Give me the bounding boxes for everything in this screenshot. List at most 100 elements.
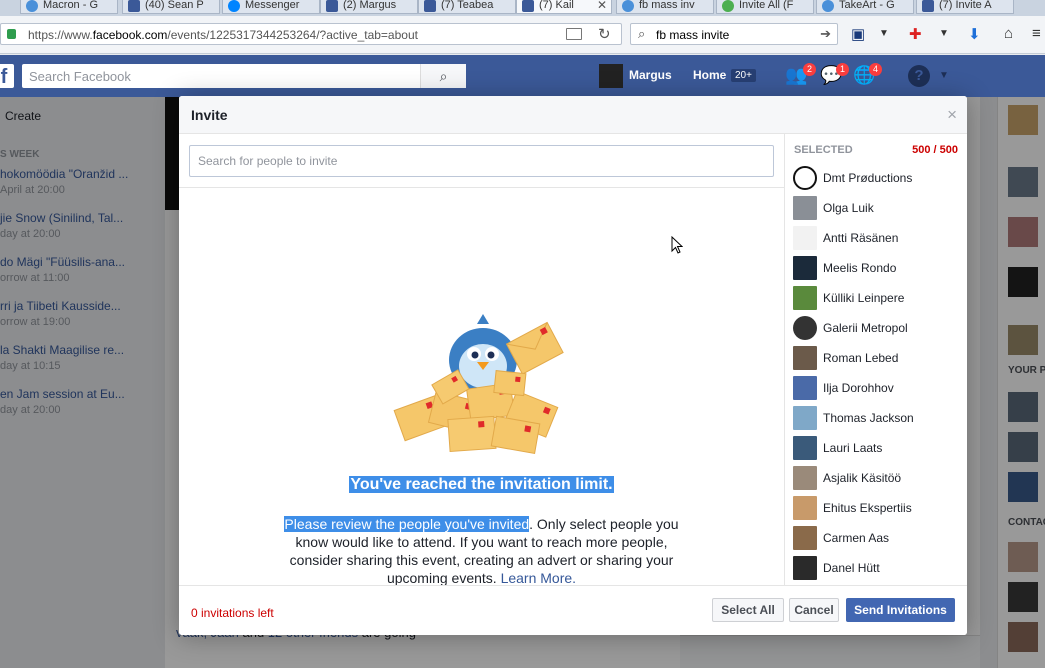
menu-icon[interactable]: ≡ xyxy=(1032,25,1041,42)
learn-more-link[interactable]: Learn More. xyxy=(501,570,576,586)
mouse-cursor-icon xyxy=(671,236,683,254)
list-item[interactable]: Thomas Jackson xyxy=(785,403,967,433)
list-item[interactable]: Danel Hütt xyxy=(785,553,967,583)
avatar xyxy=(793,316,817,340)
browser-tab[interactable]: (7) Invite A xyxy=(916,0,1014,14)
facebook-topbar: f Search Facebook ⌕ Margus Home 20+ 👥 2 … xyxy=(0,55,1045,97)
avatar xyxy=(793,286,817,310)
selected-people-panel[interactable]: SELECTED 500 / 500 Dmt Prøductions Olga … xyxy=(784,134,967,585)
divider xyxy=(179,187,784,188)
selected-heading: SELECTED xyxy=(794,144,853,156)
search-icon[interactable]: ⌕ xyxy=(420,64,466,88)
select-all-button[interactable]: Select All xyxy=(712,598,784,622)
facebook-logo-icon[interactable]: f xyxy=(0,64,14,88)
browser-tab[interactable]: Macron - G xyxy=(20,0,118,14)
list-item[interactable]: Meelis Rondo xyxy=(785,253,967,283)
cancel-button[interactable]: Cancel xyxy=(789,598,839,622)
facebook-search-placeholder[interactable]: Search Facebook xyxy=(29,69,131,84)
close-icon[interactable]: × xyxy=(947,105,957,125)
browser-tab[interactable]: fb mass inv xyxy=(616,0,714,14)
tab-favicon-icon xyxy=(228,0,240,12)
browser-tab[interactable]: Messenger xyxy=(222,0,320,14)
reload-icon[interactable]: ↻ xyxy=(598,25,611,43)
invitation-limit-description: Please review the people you've invited.… xyxy=(284,516,679,586)
selected-count: 500 / 500 xyxy=(912,144,958,156)
list-item[interactable]: Asjalik Käsitöö xyxy=(785,463,967,493)
chevron-down-icon[interactable]: ▼ xyxy=(939,28,949,39)
home-icon[interactable]: ⌂ xyxy=(1004,25,1013,42)
send-invitations-button[interactable]: Send Invitations xyxy=(846,598,955,622)
avatar xyxy=(793,346,817,370)
chevron-down-icon[interactable]: ▼ xyxy=(939,70,949,81)
first-aid-icon[interactable]: ✚ xyxy=(909,25,922,43)
reader-view-icon[interactable] xyxy=(566,28,582,40)
address-url[interactable]: https://www.facebook.com/events/12253173… xyxy=(28,28,418,42)
save-icon[interactable]: ▣ xyxy=(851,25,865,43)
list-item[interactable]: Külliki Leinpere xyxy=(785,283,967,313)
list-item[interactable]: Dmt Prøductions xyxy=(785,163,967,193)
tab-favicon-icon xyxy=(922,0,934,12)
messages-badge: 1 xyxy=(836,63,850,76)
avatar xyxy=(793,196,817,220)
browser-tab[interactable]: (7) Teabea xyxy=(418,0,516,14)
invite-search-input[interactable] xyxy=(190,146,773,176)
avatar[interactable] xyxy=(599,64,623,88)
invitation-limit-title: You've reached the invitation limit. xyxy=(349,476,614,493)
tab-favicon-icon xyxy=(522,0,534,12)
avatar xyxy=(793,496,817,520)
browser-tab-active[interactable]: (7) Kail ✕ xyxy=(516,0,612,14)
tab-favicon-icon xyxy=(822,0,834,12)
browser-tab[interactable]: (2) Margus xyxy=(320,0,418,14)
tab-close-icon[interactable]: ✕ xyxy=(597,0,607,12)
list-item[interactable]: Antti Räsänen xyxy=(785,223,967,253)
search-go-icon[interactable]: ➔ xyxy=(820,26,831,42)
avatar xyxy=(793,376,817,400)
tab-favicon-icon xyxy=(622,0,634,12)
tab-favicon-icon xyxy=(128,0,140,12)
list-item[interactable]: Lauri Laats xyxy=(785,433,967,463)
tab-favicon-icon xyxy=(26,0,38,12)
friend-requests-badge: 2 xyxy=(803,63,817,76)
home-link[interactable]: Home xyxy=(693,68,726,82)
dialog-body: You've reached the invitation limit. Ple… xyxy=(179,134,784,586)
dialog-title: Invite xyxy=(191,107,228,123)
avatar xyxy=(793,226,817,250)
lock-icon xyxy=(7,29,16,39)
help-icon[interactable]: ? xyxy=(908,65,930,87)
tab-favicon-icon xyxy=(326,0,338,12)
facebook-search[interactable]: Search Facebook ⌕ xyxy=(22,64,466,88)
browser-search-bar[interactable]: ⌕ fb mass invite ➔ xyxy=(630,23,838,45)
profile-link[interactable]: Margus xyxy=(629,68,672,82)
bird-with-envelopes-illustration xyxy=(393,314,564,455)
list-item[interactable]: Olga Luik xyxy=(785,193,967,223)
avatar xyxy=(793,436,817,460)
avatar xyxy=(793,166,817,190)
browser-tab-strip: Macron - G (40) Sean P Messenger (2) Mar… xyxy=(0,0,1045,16)
list-item[interactable]: Galerii Metropol xyxy=(785,313,967,343)
home-count-badge: 20+ xyxy=(731,69,756,82)
list-item[interactable]: Carmen Aas xyxy=(785,523,967,553)
browser-navbar: https://www.facebook.com/events/12253173… xyxy=(0,16,1045,54)
notifications-badge: 4 xyxy=(869,63,883,76)
avatar xyxy=(793,256,817,280)
search-icon: ⌕ xyxy=(638,26,646,41)
browser-tab[interactable]: Invite All (F xyxy=(716,0,814,14)
download-icon[interactable]: ⬇ xyxy=(968,25,981,43)
list-item[interactable]: Ilja Dorohhov xyxy=(785,373,967,403)
list-item[interactable]: Ehitus Ekspertiis xyxy=(785,493,967,523)
selected-list: Dmt Prøductions Olga Luik Antti Räsänen … xyxy=(785,163,967,583)
chevron-down-icon[interactable]: ▼ xyxy=(879,28,889,39)
avatar xyxy=(793,466,817,490)
invitations-left-text: 0 invitations left xyxy=(191,606,274,620)
list-item[interactable]: Roman Lebed xyxy=(785,343,967,373)
browser-tab[interactable]: (40) Sean P xyxy=(122,0,220,14)
dialog-footer: 0 invitations left Select All Cancel Sen… xyxy=(179,585,967,635)
browser-search-value[interactable]: fb mass invite xyxy=(656,28,729,42)
dialog-header: Invite × xyxy=(179,96,967,134)
avatar xyxy=(793,556,817,580)
address-bar[interactable]: https://www.facebook.com/events/12253173… xyxy=(0,23,622,45)
search-field[interactable] xyxy=(189,145,774,177)
avatar xyxy=(793,526,817,550)
avatar xyxy=(793,406,817,430)
browser-tab[interactable]: TakeArt - G xyxy=(816,0,914,14)
